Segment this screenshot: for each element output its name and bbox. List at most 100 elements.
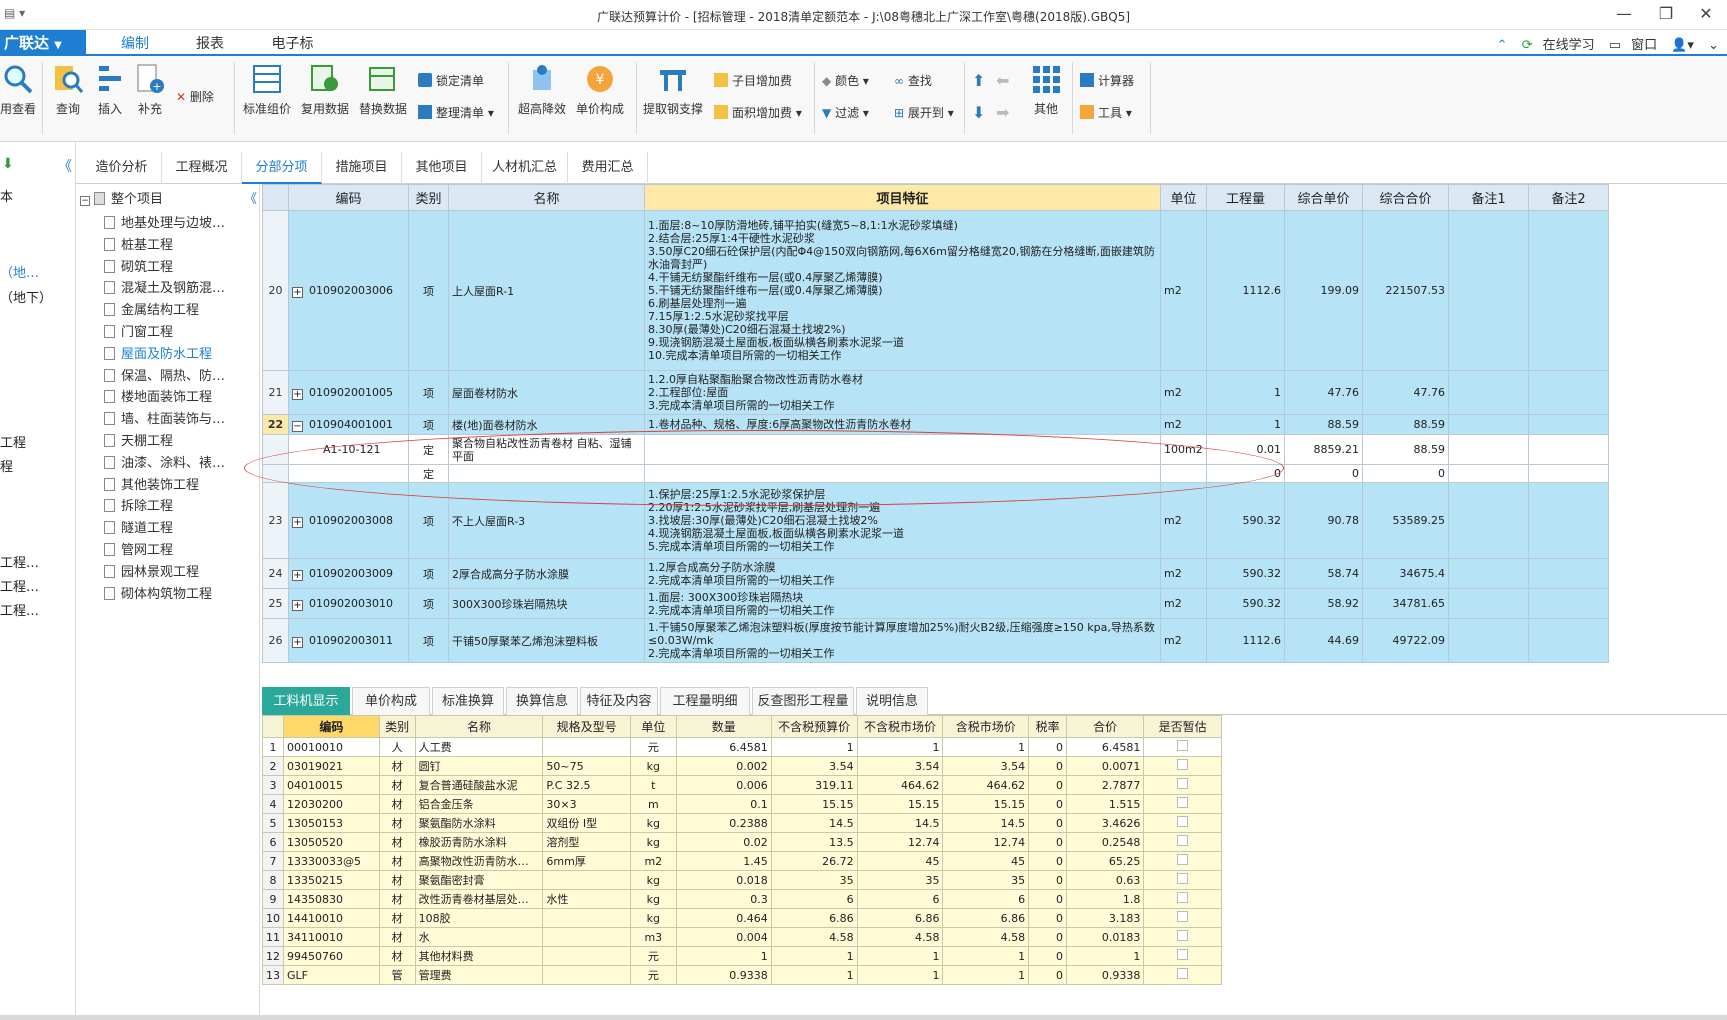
resource-cell[interactable]: 0 [1028, 908, 1067, 928]
resource-cell[interactable]: 108胶 [414, 908, 544, 928]
remark1-cell[interactable] [1448, 464, 1529, 483]
name-cell[interactable]: 不上人屋面R-3 [448, 482, 645, 559]
provisional-checkbox-cell[interactable] [1143, 737, 1222, 757]
insert-button[interactable]: 插入 [90, 62, 130, 117]
grid-row[interactable]: 定 0 0 0 [262, 464, 1609, 483]
resource-cell[interactable]: 材 [378, 813, 416, 833]
resource-row[interactable]: 6 13050520 材橡胶沥青防水涂料 溶剂型 kg 0.02 13.5 12.74 12.7… [262, 832, 1222, 852]
resource-cell[interactable]: 1 [770, 946, 858, 966]
maximize-icon[interactable]: ❐ [1653, 2, 1679, 26]
resource-cell[interactable]: 材 [378, 870, 416, 890]
row-number[interactable]: 25 [262, 588, 289, 619]
resource-cell[interactable]: 0 [1028, 851, 1067, 871]
header-unit[interactable]: 单位 [1160, 184, 1207, 211]
unit-price-cell[interactable]: 58.74 [1284, 558, 1363, 589]
provisional-checkbox[interactable] [1177, 797, 1189, 808]
resource-cell[interactable]: 1 [856, 965, 944, 985]
tidy-list-button[interactable]: 整理清单 ▾ [418, 102, 494, 124]
view-button[interactable]: 用查看 [0, 62, 40, 117]
expand-icon[interactable]: + [292, 569, 303, 581]
detail-tab[interactable]: 工料机显示 [262, 687, 350, 715]
resource-cell[interactable]: 11 [262, 927, 284, 947]
collapse-icon[interactable]: − [292, 420, 303, 432]
provisional-checkbox[interactable] [1177, 892, 1189, 903]
provisional-checkbox-cell[interactable] [1143, 832, 1222, 852]
resource-cell[interactable]: 材 [378, 851, 416, 871]
resource-header[interactable]: 是否暂估 [1143, 715, 1222, 738]
total-cell[interactable]: 88.59 [1362, 414, 1449, 435]
resource-cell[interactable]: 改性沥青卷材基层处… [414, 889, 544, 909]
qty-cell[interactable]: 1 [1206, 370, 1285, 415]
tree-item[interactable]: 砌体构筑物工程 [104, 583, 212, 607]
header-unit-price[interactable]: 综合单价 [1284, 184, 1363, 211]
resource-cell[interactable]: 35 [942, 870, 1030, 890]
tree-item[interactable]: 混凝土及钢筋混… [104, 277, 225, 301]
unit-price-cell[interactable]: 88.59 [1284, 414, 1363, 435]
resource-cell[interactable]: 双组份 I型 [542, 813, 631, 833]
close-icon[interactable]: ✕ [1693, 2, 1719, 26]
filter-button[interactable]: ▼ 过滤 ▾ [822, 102, 869, 124]
resource-header[interactable]: 编码 [283, 715, 380, 738]
resource-cell[interactable]: 8 [262, 870, 284, 890]
resource-cell[interactable]: 0 [1028, 965, 1067, 985]
provisional-checkbox-cell[interactable] [1143, 870, 1222, 890]
resource-cell[interactable]: t [629, 775, 677, 795]
resource-cell[interactable]: 0 [1028, 775, 1067, 795]
unit-cell[interactable] [1160, 464, 1207, 483]
left-strip-item[interactable]: 工程 [0, 432, 26, 451]
resource-cell[interactable]: 6 [262, 832, 284, 852]
tab-subdivision[interactable]: 分部分项 [242, 152, 322, 184]
provisional-checkbox[interactable] [1177, 949, 1189, 960]
detail-tab[interactable]: 工程量明细 [660, 687, 750, 715]
resource-cell[interactable]: 0 [1028, 813, 1067, 833]
resource-cell[interactable]: 14.5 [770, 813, 858, 833]
resource-cell[interactable]: 1 [675, 946, 772, 966]
code-cell[interactable]: +010902003010 [288, 588, 409, 619]
resource-cell[interactable]: 0 [1028, 870, 1067, 890]
provisional-checkbox-cell[interactable] [1143, 756, 1222, 776]
resource-cell[interactable]: 13050153 [283, 813, 380, 833]
resource-cell[interactable]: 2 [262, 756, 284, 776]
resource-cell[interactable]: GLF [283, 965, 380, 985]
resource-cell[interactable]: 0.2388 [675, 813, 772, 833]
resource-cell[interactable] [542, 908, 631, 928]
tree-item[interactable]: 管网工程 [104, 539, 173, 563]
provisional-checkbox-cell[interactable] [1143, 965, 1222, 985]
resource-cell[interactable]: 6.4581 [675, 737, 772, 757]
detail-tab[interactable]: 说明信息 [856, 687, 928, 715]
resource-cell[interactable]: 319.11 [770, 775, 858, 795]
expand-icon[interactable]: + [292, 388, 303, 400]
provisional-checkbox[interactable] [1177, 835, 1189, 846]
resource-cell[interactable]: 0.63 [1065, 870, 1145, 890]
resource-cell[interactable]: 9 [262, 889, 284, 909]
super-reduce-button[interactable]: 超高降效 [514, 62, 570, 117]
name-cell[interactable]: 上人屋面R-1 [448, 210, 645, 371]
resource-cell[interactable]: 5 [262, 813, 284, 833]
resource-cell[interactable]: 复合普通硅酸盐水泥 [414, 775, 544, 795]
resource-cell[interactable]: 35 [856, 870, 944, 890]
calculator-button[interactable]: 计算器 [1080, 70, 1134, 92]
code-cell[interactable]: +010902003009 [288, 558, 409, 589]
name-cell[interactable]: 屋面卷材防水 [448, 370, 645, 415]
feature-cell[interactable]: 1.干铺50厚聚苯乙烯泡沫塑料板(厚度按节能计算厚度增加25%)耐火B2级,压缩… [644, 618, 1161, 663]
header-type[interactable]: 类别 [408, 184, 449, 211]
resource-cell[interactable]: 聚氨酯密封膏 [414, 870, 544, 890]
expand-icon[interactable]: ⌄ [1708, 38, 1719, 53]
resource-cell[interactable]: 其他材料费 [414, 946, 544, 966]
resource-header[interactable]: 数量 [675, 715, 772, 738]
resource-row[interactable]: 7 13330033@5 材高聚物改性沥青防水… 6mm厚 m2 1.45 26.72 45 4… [262, 851, 1222, 871]
expand-icon[interactable]: + [292, 516, 303, 528]
resource-cell[interactable]: 13350215 [283, 870, 380, 890]
qty-cell[interactable]: 0 [1206, 464, 1285, 483]
header-code[interactable]: 编码 [288, 184, 409, 211]
feature-cell[interactable]: 1.面层: 300X300珍珠岩隔热块 2.完成本清单项目所需的一切相关工作 [644, 588, 1161, 619]
grid-row[interactable]: A1-10-121 定 聚合物自粘改性沥青卷材 自粘、湿铺 平面 100m2 0.01 8… [262, 434, 1609, 465]
header-remark1[interactable]: 备注1 [1448, 184, 1529, 211]
provisional-checkbox[interactable] [1177, 911, 1189, 922]
resource-cell[interactable]: 1.515 [1065, 794, 1145, 814]
resource-cell[interactable]: 4 [262, 794, 284, 814]
name-cell[interactable]: 聚合物自粘改性沥青卷材 自粘、湿铺 平面 [448, 434, 645, 465]
resource-cell[interactable]: 1.8 [1065, 889, 1145, 909]
total-cell[interactable]: 34781.65 [1362, 588, 1449, 619]
grid-row[interactable]: 24 +010902003009 项 2厚合成高分子防水涂膜 1.2厚合成高分子防水涂膜… [262, 558, 1609, 589]
